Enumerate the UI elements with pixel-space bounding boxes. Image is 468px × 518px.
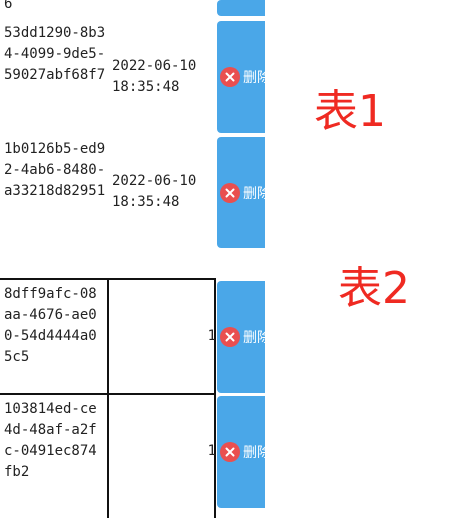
delete-button-label: 删除	[243, 70, 265, 86]
delete-button[interactable]: 删除	[217, 21, 265, 133]
delete-button-partial[interactable]	[217, 0, 265, 16]
delete-button[interactable]: 删除	[217, 137, 265, 248]
close-circle-icon	[220, 67, 240, 87]
table-row-partial-id: 6	[4, 0, 13, 12]
annotation-table-1: 表1	[314, 86, 386, 137]
delete-button-label: 删除	[243, 330, 265, 346]
delete-button-label: 删除	[243, 445, 265, 461]
row-date: 2022-06-10 18:35:48	[112, 58, 197, 95]
annotation-table-2: 表2	[338, 263, 410, 314]
close-circle-icon	[220, 182, 240, 203]
row-id: 103814ed-ce4d-48af-a2fc-0491ec874fb2	[4, 401, 97, 480]
delete-button-label: 删除	[243, 185, 265, 202]
close-circle-icon	[220, 442, 240, 462]
table-2-row-divider	[0, 393, 216, 395]
table-2-column-divider	[107, 278, 109, 518]
delete-button[interactable]: 删除	[217, 396, 265, 508]
row-number: 1	[207, 328, 216, 344]
close-circle-icon	[220, 327, 240, 347]
row-id: 8dff9afc-08aa-4676-ae00-54d4444a05c5	[4, 286, 97, 365]
row-number: 1	[207, 443, 216, 459]
row-date: 2022-06-10 18:35:48	[112, 173, 197, 210]
row-id: 53dd1290-8b34-4099-9de5-59027abf68f7	[4, 25, 106, 83]
delete-button[interactable]: 删除	[217, 281, 265, 393]
row-id: 1b0126b5-ed92-4ab6-8480-a33218d82951	[4, 141, 106, 199]
